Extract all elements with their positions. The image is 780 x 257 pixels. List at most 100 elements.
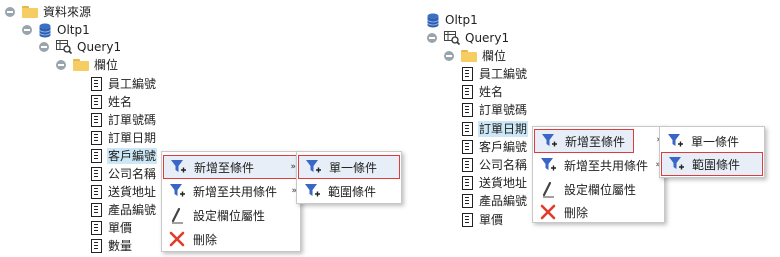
- menu-item-label: 範圍條件: [328, 184, 377, 199]
- menu-item-label: 單一條件: [691, 134, 740, 149]
- collapse-icon[interactable]: [5, 7, 15, 17]
- tree-node-label: Query1: [465, 31, 510, 45]
- tree-node-label: 訂單日期: [478, 120, 529, 137]
- database-icon: [39, 23, 51, 37]
- menu-item-set-column-properties[interactable]: 設定欄位屬性: [163, 203, 299, 227]
- tree-node-column[interactable]: 訂單號碼: [462, 101, 528, 119]
- filter-add-icon: [542, 134, 557, 147]
- collapse-icon[interactable]: [22, 25, 32, 35]
- tree-node-column[interactable]: 送貨地址: [91, 183, 157, 201]
- folder-icon: [461, 50, 477, 62]
- tree-node-column[interactable]: 員工編號: [91, 75, 157, 93]
- menu-item-delete[interactable]: 刪除: [534, 200, 663, 224]
- tree-node-label: 產品編號: [108, 203, 157, 217]
- tree-node-label: 員工編號: [479, 67, 528, 81]
- tree-node-column[interactable]: 公司名稱: [462, 156, 528, 174]
- filter-add-icon: [170, 184, 185, 197]
- tree-node-label: 欄位: [94, 58, 119, 72]
- tree-node-column[interactable]: 客戶編號: [462, 138, 528, 156]
- tree-node-label: 公司名稱: [479, 158, 528, 172]
- column-field-icon: [91, 239, 102, 253]
- tree-node-label: 姓名: [108, 95, 133, 109]
- tree-node-column[interactable]: 員工編號: [462, 65, 528, 83]
- delete-x-icon: [169, 231, 185, 247]
- tree-node-column[interactable]: 訂單日期: [462, 120, 529, 138]
- pencil-icon: [171, 207, 183, 224]
- tree-node-label: 客戶編號: [107, 148, 158, 164]
- filter-add-icon: [306, 160, 321, 173]
- tree-node-query[interactable]: Query1: [39, 38, 122, 56]
- submenu-item-range-condition[interactable]: 範圍條件: [298, 179, 400, 203]
- tree-node-datasource-root[interactable]: 資料來源: [5, 3, 92, 21]
- menu-item-label: 刪除: [564, 205, 589, 220]
- folder-icon: [73, 59, 89, 71]
- menu-item-label: 設定欄位屬性: [193, 208, 266, 223]
- column-field-icon: [462, 176, 473, 191]
- tree-node-column[interactable]: 單價: [91, 219, 133, 237]
- filter-add-icon: [668, 134, 683, 147]
- tree-node-label: 送貨地址: [108, 185, 157, 199]
- submenu-item-single-condition[interactable]: 單一條件: [298, 155, 400, 179]
- submenu-item-range-condition[interactable]: 範圍條件: [661, 152, 763, 176]
- context-menu: 新增至條件 » 新增至共用條件 » 設定欄位屬性 刪除: [532, 126, 665, 223]
- column-field-icon: [462, 158, 473, 172]
- tree-node-columns-folder[interactable]: 欄位: [444, 47, 507, 65]
- tree-node-label: 公司名稱: [108, 167, 157, 181]
- tree-node-datasource[interactable]: Oltp1: [22, 21, 91, 39]
- filter-add-icon: [669, 157, 684, 170]
- menu-item-add-to-condition[interactable]: 新增至條件: [534, 129, 634, 153]
- tree-node-datasource[interactable]: Oltp1: [427, 11, 479, 29]
- tree-node-label: 產品編號: [479, 194, 528, 209]
- menu-item-set-column-properties[interactable]: 設定欄位屬性: [534, 177, 663, 201]
- menu-item-delete[interactable]: 刪除: [163, 227, 299, 251]
- submenu: 單一條件 範圍條件: [296, 151, 402, 204]
- menu-item-label: 範圍條件: [692, 157, 741, 172]
- query-table-icon: [56, 40, 72, 54]
- filter-add-icon: [541, 158, 556, 171]
- tree-node-column[interactable]: 產品編號: [462, 192, 528, 210]
- column-field-icon: [91, 131, 102, 145]
- collapse-icon[interactable]: [427, 33, 437, 43]
- tree-node-column[interactable]: 姓名: [462, 83, 504, 101]
- tree-node-column[interactable]: 送貨地址: [462, 174, 528, 192]
- tree-node-column[interactable]: 姓名: [91, 93, 133, 111]
- tree-node-query[interactable]: Query1: [427, 29, 510, 47]
- column-field-icon: [91, 113, 102, 127]
- column-field-icon: [91, 221, 102, 235]
- tree-node-label: 訂單號碼: [479, 103, 528, 118]
- filter-add-icon: [305, 184, 320, 197]
- query-table-icon: [444, 31, 460, 45]
- pencil-icon: [542, 181, 554, 198]
- menu-item-add-to-shared-condition[interactable]: 新增至共用條件 »: [163, 179, 299, 203]
- tree-node-column[interactable]: 訂單日期: [91, 129, 157, 147]
- submenu-item-single-condition[interactable]: 單一條件: [661, 129, 763, 153]
- tree-node-column[interactable]: 客戶編號: [91, 147, 158, 165]
- collapse-icon[interactable]: [56, 60, 66, 70]
- collapse-icon[interactable]: [39, 42, 49, 52]
- tree-node-label: Oltp1: [57, 23, 90, 37]
- tree-node-column[interactable]: 訂單號碼: [91, 111, 157, 129]
- tree-node-column[interactable]: 單價: [462, 211, 504, 229]
- menu-item-label: 新增至共用條件: [564, 158, 649, 173]
- tree-node-label: Query1: [77, 40, 122, 54]
- tree-node-label: 欄位: [482, 49, 507, 63]
- submenu-arrow-icon: »: [290, 162, 295, 172]
- submenu: 單一條件 範圍條件: [659, 126, 765, 178]
- tree-node-column[interactable]: 公司名稱: [91, 165, 157, 183]
- column-field-icon: [91, 185, 102, 199]
- menu-item-label: 新增至共用條件: [193, 184, 278, 199]
- menu-item-add-to-shared-condition[interactable]: 新增至共用條件 »: [534, 153, 663, 177]
- column-field-icon: [462, 85, 473, 100]
- tree-node-label: 姓名: [479, 85, 504, 100]
- filter-add-icon: [171, 160, 186, 173]
- column-field-icon: [91, 77, 102, 91]
- column-field-icon: [462, 194, 473, 209]
- collapse-icon[interactable]: [444, 51, 454, 61]
- tree-node-column[interactable]: 產品編號: [91, 201, 157, 219]
- menu-item-label: 單一條件: [329, 160, 378, 175]
- tree-node-columns-folder[interactable]: 欄位: [56, 56, 119, 74]
- menu-item-label: 新增至條件: [194, 160, 255, 175]
- tree-node-column[interactable]: 數量: [91, 237, 133, 255]
- menu-item-add-to-condition[interactable]: 新增至條件 »: [163, 155, 299, 179]
- tree-node-label: Oltp1: [445, 13, 478, 27]
